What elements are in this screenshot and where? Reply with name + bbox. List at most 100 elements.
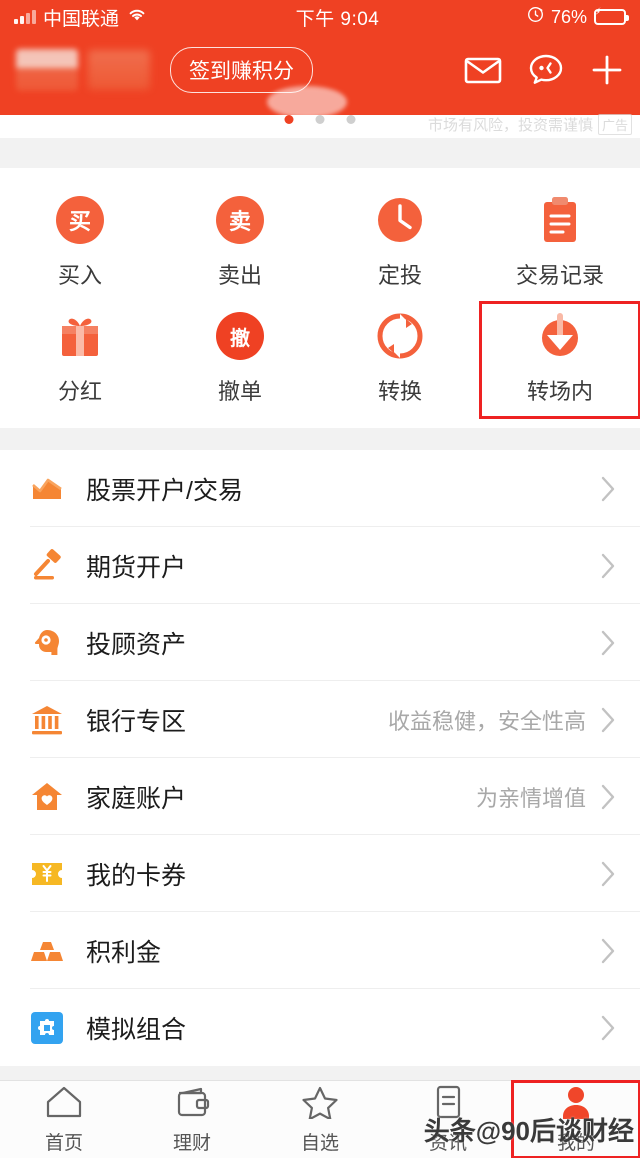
star-icon <box>301 1085 339 1124</box>
clipboard-icon <box>536 196 584 244</box>
wallet-icon <box>173 1085 211 1124</box>
bottom-tab-bar: 首页 理财 自选 资讯 我的 头条@90后谈财经 <box>0 1080 640 1158</box>
section-gap-mid <box>0 428 640 450</box>
quick-actions-grid: 买 买入 卖 卖出 定投 交易记录 分红 撤 撤单 转换 转场内 <box>0 168 640 428</box>
carousel-dot[interactable] <box>346 115 356 124</box>
news-icon <box>429 1085 467 1124</box>
chevron-right-icon <box>600 706 616 734</box>
menu-list: 股票开户/交易 期货开户 投顾资产 银行专区 收益稳健，安全性高 家庭账户 为亲… <box>0 450 640 1066</box>
quick-action-cancel-order[interactable]: 撤 撤单 <box>160 302 320 418</box>
menu-item-subtitle: 收益稳健，安全性高 <box>387 708 586 734</box>
menu-item-family-account[interactable]: 家庭账户 为亲情增值 <box>0 758 640 835</box>
section-gap-bottom <box>0 1066 640 1080</box>
disclaimer-text: 市场有风险，投资需谨慎 <box>427 117 593 134</box>
menu-item-futures-account[interactable]: 期货开户 <box>0 527 640 604</box>
tab-label: 我的 <box>556 1132 595 1154</box>
battery-charging-icon: ⚡ <box>594 7 629 25</box>
quick-action-label: 买入 <box>57 263 102 288</box>
status-bar: 中国联通 下午 9:04 76% ⚡ <box>0 0 640 34</box>
quick-actions-row-2: 分红 撤 撤单 转换 转场内 <box>0 301 640 419</box>
menu-item-label: 银行专区 <box>86 707 187 736</box>
sell-circle-icon: 卖 <box>216 196 264 244</box>
battery-percent-label: 76% <box>550 6 587 27</box>
tab-home[interactable]: 首页 <box>0 1081 128 1158</box>
quick-action-auto-invest[interactable]: 定投 <box>320 186 480 302</box>
tab-profile[interactable]: 我的 <box>511 1080 640 1158</box>
menu-item-label: 模拟组合 <box>86 1015 187 1044</box>
tab-label: 资讯 <box>428 1132 467 1154</box>
chevron-right-icon <box>600 552 616 580</box>
carousel-dot[interactable] <box>284 115 294 124</box>
quick-action-label: 分红 <box>57 379 102 404</box>
app-screen: 中国联通 下午 9:04 76% ⚡ 签到赚积分 市场有风险，投资需谨慎 广告 … <box>0 0 640 1158</box>
carousel-dot[interactable] <box>315 115 325 124</box>
menu-item-bank-zone[interactable]: 银行专区 收益稳健，安全性高 <box>0 681 640 758</box>
wifi-icon <box>126 6 148 28</box>
buy-circle-icon: 买 <box>56 196 104 244</box>
chevron-right-icon <box>600 475 616 503</box>
signal-bars-icon <box>14 10 36 24</box>
home-icon <box>45 1085 83 1124</box>
chevron-right-icon <box>600 1014 616 1042</box>
tab-label: 自选 <box>300 1132 339 1154</box>
convert-icon <box>376 312 424 360</box>
quick-action-label: 定投 <box>377 263 422 288</box>
ad-tag: 广告 <box>597 114 632 135</box>
signin-earn-points-button[interactable]: 签到赚积分 <box>170 47 313 93</box>
alarm-clock-icon <box>527 6 544 28</box>
avatar[interactable] <box>16 49 78 91</box>
clock-icon <box>376 196 424 244</box>
cancel-order-circle-icon: 撤 <box>216 312 264 360</box>
quick-action-dividend[interactable]: 分红 <box>0 302 160 418</box>
ad-disclaimer: 市场有风险，投资需谨慎 广告 <box>428 114 632 135</box>
menu-item-label: 投顾资产 <box>86 630 187 659</box>
quick-action-label: 卖出 <box>217 263 262 288</box>
advisor-head-icon <box>30 626 64 660</box>
status-time: 下午 9:04 <box>295 8 380 30</box>
chevron-right-icon <box>600 937 616 965</box>
quick-action-label: 转换 <box>377 379 422 404</box>
quick-action-trade-records[interactable]: 交易记录 <box>480 186 640 302</box>
plus-icon[interactable] <box>590 53 624 87</box>
menu-item-label: 我的卡券 <box>86 861 187 890</box>
quick-actions-row-1: 买 买入 卖 卖出 定投 交易记录 <box>0 186 640 302</box>
gold-bars-icon <box>30 934 64 968</box>
quick-action-convert[interactable]: 转换 <box>320 302 480 418</box>
gavel-icon <box>30 548 64 583</box>
menu-item-simulated-portfolio[interactable]: 模拟组合 <box>0 989 640 1066</box>
quick-action-transfer-in[interactable]: 转场内 <box>479 301 640 419</box>
mail-icon[interactable] <box>464 55 502 85</box>
menu-item-label: 家庭账户 <box>86 784 187 813</box>
transfer-in-icon <box>536 312 584 360</box>
carousel-dots[interactable] <box>284 115 356 124</box>
carrier-label: 中国联通 <box>43 8 120 30</box>
section-gap-top <box>0 138 640 168</box>
banner-curve-decoration <box>267 86 348 118</box>
quick-action-buy[interactable]: 买 买入 <box>0 186 160 302</box>
quick-action-label: 撤单 <box>217 379 262 404</box>
puzzle-icon <box>30 1011 64 1045</box>
menu-item-advisor-assets[interactable]: 投顾资产 <box>0 604 640 681</box>
chevron-right-icon <box>600 860 616 888</box>
tab-watchlist[interactable]: 自选 <box>256 1081 384 1158</box>
quick-action-sell[interactable]: 卖 卖出 <box>160 186 320 302</box>
person-icon <box>557 1085 595 1124</box>
quick-action-label: 交易记录 <box>515 263 604 288</box>
menu-item-label: 股票开户/交易 <box>86 476 243 505</box>
tab-label: 首页 <box>44 1132 83 1154</box>
bank-icon <box>30 703 64 737</box>
tab-news[interactable]: 资讯 <box>384 1081 512 1158</box>
chevron-right-icon <box>600 783 616 811</box>
tab-wealth[interactable]: 理财 <box>128 1081 256 1158</box>
gift-icon <box>56 312 104 360</box>
menu-item-stock-account[interactable]: 股票开户/交易 <box>0 450 640 527</box>
menu-item-label: 期货开户 <box>86 553 187 582</box>
stock-chart-icon <box>30 472 64 506</box>
menu-item-my-coupons[interactable]: 我的卡券 <box>0 835 640 912</box>
tab-label: 理财 <box>172 1132 211 1154</box>
menu-item-gold-savings[interactable]: 积利金 <box>0 912 640 989</box>
quick-action-label: 转场内 <box>526 379 593 404</box>
promo-banner[interactable]: 市场有风险，投资需谨慎 广告 <box>0 86 640 138</box>
customer-service-icon[interactable] <box>528 53 564 87</box>
chevron-right-icon <box>600 629 616 657</box>
